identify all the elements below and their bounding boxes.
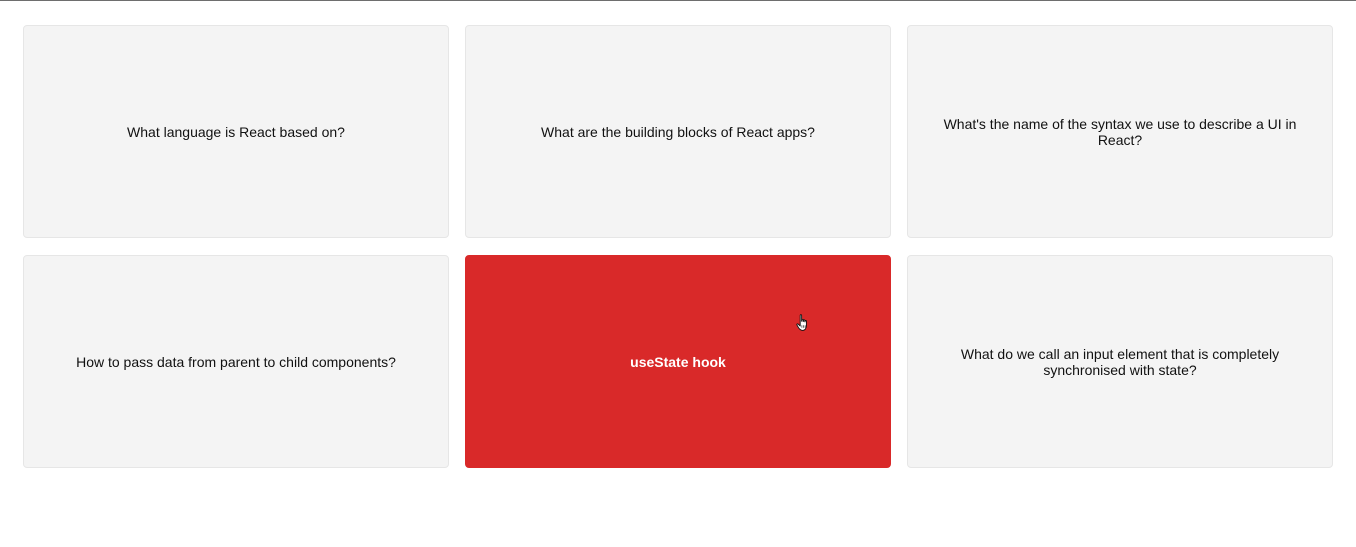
flashcard-2-text: What are the building blocks of React ap… [541, 123, 815, 140]
flashcard-2[interactable]: What are the building blocks of React ap… [465, 25, 891, 238]
flashcard-6[interactable]: What do we call an input element that is… [907, 255, 1333, 468]
flashcard-4-text: How to pass data from parent to child co… [76, 353, 396, 370]
flashcard-5-selected[interactable]: useState hook [465, 255, 891, 468]
flashcard-3[interactable]: What's the name of the syntax we use to … [907, 25, 1333, 238]
flashcard-1[interactable]: What language is React based on? [23, 25, 449, 238]
flashcard-5-answer: useState hook [630, 353, 726, 370]
flashcards-grid: What language is React based on? What ar… [23, 25, 1333, 468]
flashcard-6-text: What do we call an input element that is… [960, 345, 1280, 378]
flashcard-1-text: What language is React based on? [127, 123, 345, 140]
flashcard-4[interactable]: How to pass data from parent to child co… [23, 255, 449, 468]
flashcard-3-text: What's the name of the syntax we use to … [943, 115, 1297, 148]
top-border [0, 0, 1356, 1]
